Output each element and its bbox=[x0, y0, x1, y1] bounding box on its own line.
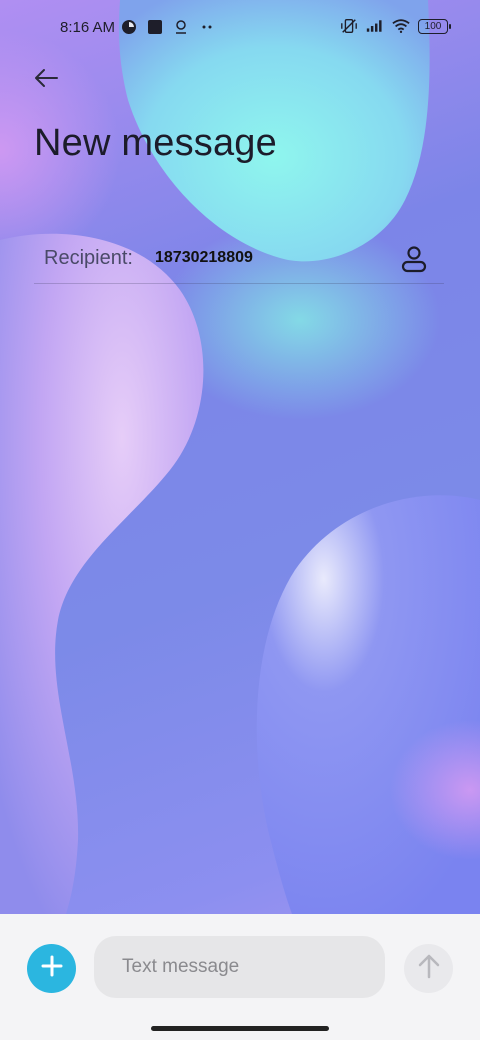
battery-icon: 100 bbox=[418, 18, 451, 34]
wifi-icon bbox=[392, 17, 410, 35]
status-icons-left bbox=[120, 18, 216, 36]
send-button[interactable] bbox=[404, 944, 453, 993]
text-message-input[interactable] bbox=[94, 936, 385, 998]
signal-icon bbox=[366, 17, 384, 35]
location-icon bbox=[172, 18, 190, 36]
more-dots-icon bbox=[198, 18, 216, 36]
plus-icon bbox=[40, 954, 64, 983]
vibrate-off-icon bbox=[340, 17, 358, 35]
status-bar: 8:16 AM 100 bbox=[0, 0, 480, 56]
add-attachment-button[interactable] bbox=[27, 944, 76, 993]
person-icon bbox=[398, 246, 430, 278]
back-button[interactable] bbox=[28, 62, 64, 98]
notification-app-icon bbox=[120, 18, 138, 36]
home-indicator[interactable] bbox=[151, 1026, 329, 1031]
contact-picker-button[interactable] bbox=[398, 242, 430, 274]
composer-bar bbox=[0, 914, 480, 1040]
recipient-value[interactable]: 18730218809 bbox=[155, 249, 253, 267]
arrow-left-icon bbox=[33, 68, 59, 93]
square-app-icon bbox=[146, 18, 164, 36]
arrow-up-icon bbox=[417, 953, 441, 984]
recipient-label: Recipient: bbox=[44, 247, 133, 269]
status-icons-right: 100 bbox=[340, 17, 451, 35]
status-time: 8:16 AM bbox=[60, 19, 116, 36]
recipient-field[interactable]: Recipient: 18730218809 bbox=[34, 236, 444, 284]
page-title: New message bbox=[34, 122, 277, 164]
